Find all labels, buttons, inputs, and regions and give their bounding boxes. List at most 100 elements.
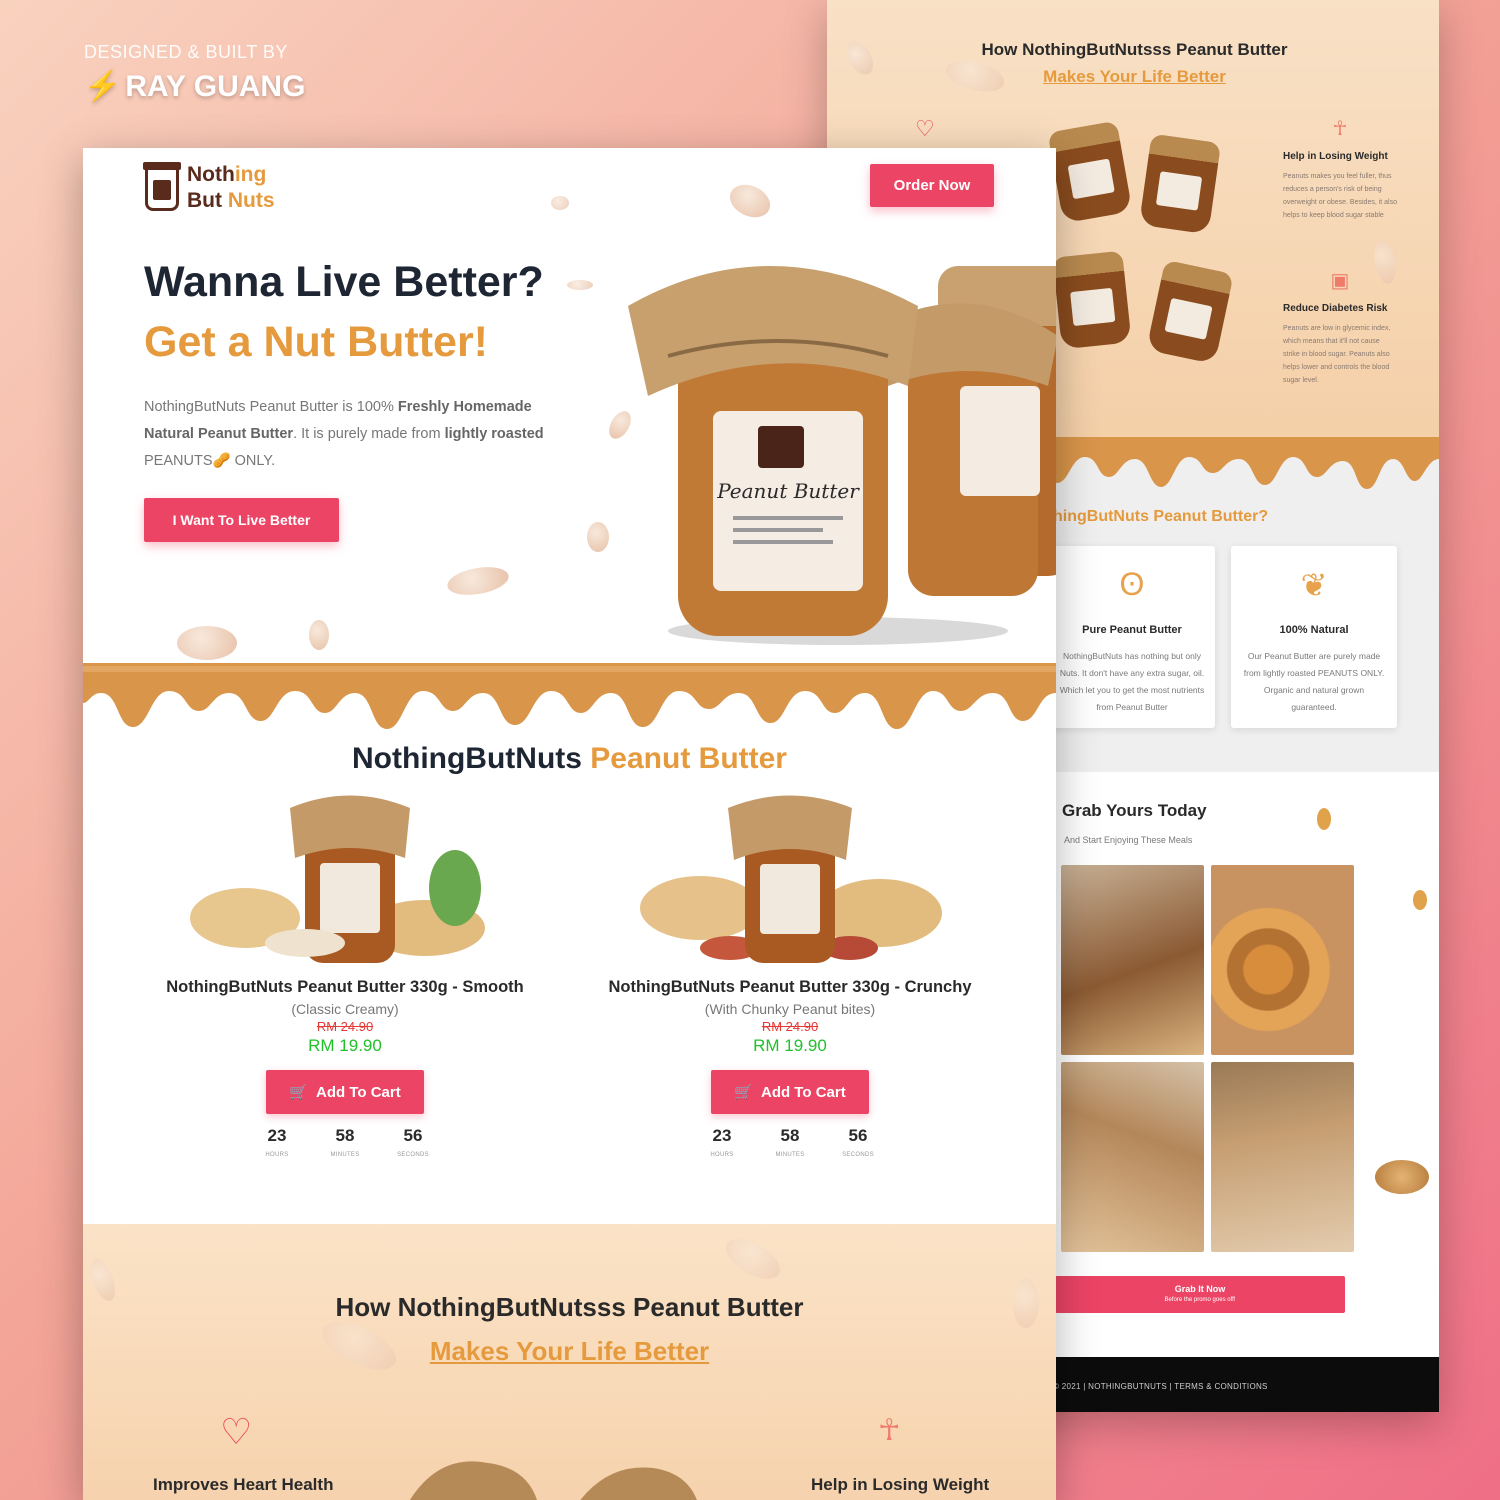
jar-image xyxy=(1047,120,1133,224)
desc-part: PEANUTS🥜 ONLY. xyxy=(144,453,276,469)
person-icon: ☥ xyxy=(878,1414,901,1447)
benefits-subtitle-link[interactable]: Makes Your Life Better xyxy=(430,1336,709,1366)
jar-label-text: Peanut Butter xyxy=(716,479,860,503)
hero-description: NothingButNuts Peanut Butter is 100% Fre… xyxy=(144,394,564,475)
product-old-price: RM 24.90 xyxy=(316,1019,374,1034)
feature-title: Reduce Diabetes Risk xyxy=(1283,303,1388,314)
timer-minutes: 58 MINUTES xyxy=(328,1126,362,1158)
meal-photo-crackers xyxy=(1211,865,1354,1055)
order-now-button[interactable]: Order Now xyxy=(870,164,994,207)
products-section-title: NothingButNuts Peanut Butter xyxy=(83,742,1056,776)
benefits-subtitle: Makes Your Life Better xyxy=(83,1336,1056,1367)
product-card-smooth: NothingButNuts Peanut Butter 330g - Smoo… xyxy=(135,788,555,1158)
meal-photo-sandwich xyxy=(1211,1062,1354,1252)
product-card-crunchy: NothingButNuts Peanut Butter 330g - Crun… xyxy=(580,788,1000,1158)
cart-icon: 🛒 xyxy=(289,1084,308,1101)
timer-label: HOURS xyxy=(265,1152,289,1158)
card-natural: ❦ 100% Natural Our Peanut Butter are pur… xyxy=(1231,546,1397,728)
timer-value: 56 xyxy=(848,1126,868,1145)
timer-value: 23 xyxy=(712,1126,732,1145)
desc-part: . It is purely made from xyxy=(293,426,445,442)
timer-label: MINUTES xyxy=(330,1152,360,1158)
timer-label: HOURS xyxy=(710,1152,734,1158)
heart-health-icon: ♡ xyxy=(220,1411,253,1452)
card-text: Our Peanut Butter are purely made from l… xyxy=(1243,651,1385,712)
section-title-b: Peanut Butter xyxy=(590,742,787,775)
timer-seconds: 56 SECONDS xyxy=(841,1126,875,1158)
caramel-drip-divider xyxy=(83,663,1056,729)
credit-line1: DESIGNED & BUILT BY xyxy=(84,42,288,62)
grab-it-now-button[interactable]: Grab It Now Before the promo goes off! xyxy=(1055,1276,1345,1313)
product-name[interactable]: NothingButNuts Peanut Butter 330g - Crun… xyxy=(580,978,1000,997)
logo-line1: Nothing xyxy=(187,162,275,188)
credit-block: DESIGNED & BUILT BY ⚡ RAY GUANG xyxy=(84,42,305,104)
logo-line1-b: ing xyxy=(234,163,267,186)
section-title-a: NothingButNuts xyxy=(352,742,591,775)
brand-logo[interactable]: Nothing But Nuts xyxy=(143,162,275,214)
card-title: 100% Natural xyxy=(1279,624,1349,636)
product-price: RM 19.90 xyxy=(753,1036,827,1055)
benefits-jars-image xyxy=(409,1461,697,1500)
back-benefits-subtitle[interactable]: Makes Your Life Better xyxy=(967,67,1302,87)
timer-seconds: 56 SECONDS xyxy=(396,1126,430,1158)
jar-image xyxy=(1052,250,1132,350)
feature-text: Peanuts are low in glycemic index, which… xyxy=(1283,325,1391,384)
countdown-timer: 23 HOURS 58 MINUTES 56 SECONDS xyxy=(580,1126,1000,1158)
cart-icon: 🛒 xyxy=(734,1084,753,1101)
feature-title: Help in Losing Weight xyxy=(1283,151,1388,162)
product-image-smooth xyxy=(190,795,485,963)
grab-subtitle: And Start Enjoying These Meals xyxy=(1064,835,1193,845)
back-why-title: hingButNuts Peanut Butter? xyxy=(1053,508,1269,525)
logo-text: Nothing But Nuts xyxy=(187,162,275,214)
heart-icon: ♡ xyxy=(915,116,935,141)
peanut-decoration xyxy=(309,620,329,650)
timer-label: SECONDS xyxy=(842,1152,874,1158)
grab-btn-label: Grab It Now xyxy=(1174,1284,1226,1294)
add-to-cart-button[interactable]: 🛒 Add To Cart xyxy=(266,1070,424,1114)
timer-label: MINUTES xyxy=(775,1152,805,1158)
front-page-preview: Nothing But Nuts Order Now Wanna Live Be… xyxy=(83,148,1056,1500)
peanut-decoration xyxy=(1375,1160,1429,1194)
feature-text: Peanuts makes you feel fuller, thus redu… xyxy=(1283,173,1398,219)
medical-report-icon: ▣ xyxy=(1330,270,1350,292)
peanut-decoration xyxy=(1413,890,1427,910)
countdown-timer: 23 HOURS 58 MINUTES 56 SECONDS xyxy=(135,1126,555,1158)
peanut-decoration xyxy=(567,280,593,290)
jars-image xyxy=(1047,120,1240,365)
benefits-title: How NothingButNutsss Peanut Butter xyxy=(335,1292,804,1322)
desc-part: NothingButNuts Peanut Butter is 100% xyxy=(144,399,398,415)
timer-value: 58 xyxy=(335,1126,355,1145)
hero-subtitle: Get a Nut Butter! xyxy=(144,318,488,366)
add-to-cart-button[interactable]: 🛒 Add To Cart xyxy=(711,1070,869,1114)
benefit-losing-weight: Help in Losing Weight xyxy=(811,1475,990,1494)
feature-diabetes: ▣ Reduce Diabetes Risk Peanuts are low i… xyxy=(1283,268,1397,387)
card-text: NothingButNuts has nothing but only Nuts… xyxy=(1059,651,1205,712)
product-old-price: RM 24.90 xyxy=(761,1019,819,1034)
meal-photo-muffins xyxy=(1061,865,1204,1055)
bolt-icon: ⚡ xyxy=(84,70,122,103)
peanut-decoration xyxy=(587,522,609,552)
timer-value: 23 xyxy=(267,1126,287,1145)
product-variant: (Classic Creamy) xyxy=(291,1001,399,1017)
peanut-decoration xyxy=(445,562,511,600)
logo-line1-a: Noth xyxy=(187,163,235,186)
grab-title: Grab Yours Today xyxy=(1062,801,1207,820)
footer-text[interactable]: © 2021 | NOTHINGBUTNUTS | TERMS & CONDIT… xyxy=(1053,1382,1268,1391)
peanut-decoration xyxy=(551,196,569,210)
product-price: RM 19.90 xyxy=(308,1036,382,1055)
live-better-button[interactable]: I Want To Live Better xyxy=(144,498,339,542)
product-image-crunchy xyxy=(640,795,942,963)
timer-hours: 23 HOURS xyxy=(705,1126,739,1158)
credit-line2: ⚡ RAY GUANG xyxy=(84,69,305,104)
product-variant: (With Chunky Peanut bites) xyxy=(704,1001,876,1017)
jar-logo-icon xyxy=(143,162,181,211)
timer-value: 58 xyxy=(780,1126,800,1145)
back-benefits-title: How NothingButNutsss Peanut Butter xyxy=(981,40,1288,59)
timer-minutes: 58 MINUTES xyxy=(773,1126,807,1158)
credit-author: RAY GUANG xyxy=(125,70,306,103)
product-name[interactable]: NothingButNuts Peanut Butter 330g - Smoo… xyxy=(135,978,555,997)
logo-line2: But Nuts xyxy=(187,188,275,214)
logo-line2-b: Nuts xyxy=(227,189,275,212)
desc-bold: lightly roasted xyxy=(444,426,544,442)
jar-image xyxy=(1146,259,1234,365)
